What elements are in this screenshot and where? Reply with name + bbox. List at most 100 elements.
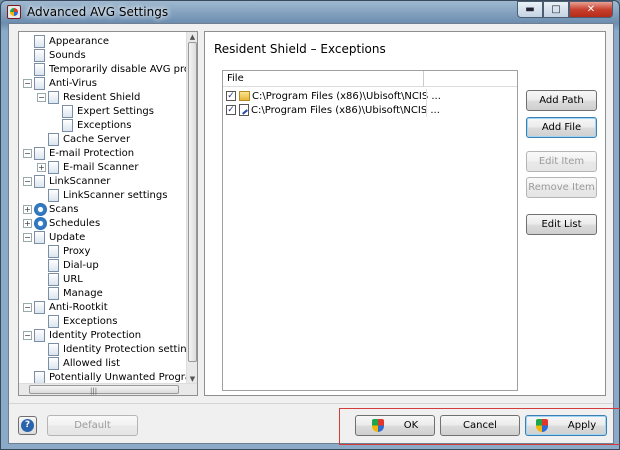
tree-item[interactable]: Exceptions [37,314,117,328]
tree-item[interactable]: − Update [23,230,85,244]
remove-item-button[interactable]: Remove Item [526,177,597,198]
collapse-icon[interactable]: − [23,330,32,340]
tree-horizontal-scroll-thumb[interactable]: ||| [29,385,179,395]
ok-button[interactable]: OK [355,415,435,436]
tree-item-label: E-mail Protection [49,147,135,159]
tree-item-label: Anti-Rootkit [49,301,108,313]
row-checkbox[interactable]: ✓ [226,91,236,101]
tree-item[interactable]: + E-mail Scanner [37,160,138,174]
app-window: Advanced AVG Settings ▬ □ ✕ Appearance So… [0,0,620,450]
tree-item-label: Resident Shield [63,91,141,103]
doc-icon [48,90,59,104]
doc-icon [48,160,59,174]
window-title: Advanced AVG Settings [27,5,169,19]
tree-horizontal-scrollbar[interactable]: ||| [19,383,197,395]
doc-icon [34,76,45,90]
list-column-header[interactable]: File [223,71,517,87]
collapse-icon[interactable]: − [23,176,32,186]
row-checkbox[interactable]: ✓ [226,105,236,115]
expand-icon[interactable]: + [37,162,46,172]
apply-button-content: Apply [535,419,596,432]
tree-item[interactable]: − Anti-Rootkit [23,300,108,314]
row-path: C:\Program Files (x86)\Ubisoft\NCIS ... [251,104,440,116]
settings-tree[interactable]: Appearance Sounds Temporarily disable AVG … [18,31,198,396]
expand-icon[interactable]: + [23,204,32,214]
add-path-button[interactable]: Add Path [526,90,597,111]
tree-item-label: Potentially Unwanted Programs [49,371,187,383]
close-button[interactable]: ✕ [569,1,613,18]
tree-item[interactable]: Allowed list [37,356,120,370]
collapse-icon[interactable]: − [37,92,46,102]
edit-item-button[interactable]: Edit Item [526,151,597,172]
help-button[interactable]: ? [18,416,37,435]
tree-item[interactable]: + Scans [23,202,79,216]
tree-item-label: Allowed list [63,357,121,369]
collapse-icon[interactable]: − [23,78,32,88]
collapse-icon[interactable]: − [23,302,32,312]
tree-item[interactable]: LinkScanner settings [37,188,167,202]
doc-icon [48,314,59,328]
ok-button-label: OK [403,420,419,431]
tree-item[interactable]: − Resident Shield [37,90,140,104]
exceptions-panel: Resident Shield – Exceptions File ✓ C:\P… [204,31,606,396]
tree-item[interactable]: Proxy [37,244,90,258]
tree-item[interactable]: − Identity Protection [23,328,141,342]
doc-icon [34,174,45,188]
exceptions-list[interactable]: File ✓ C:\Program Files (x86)\Ubisoft\NC… [222,70,518,391]
doc-icon [62,118,73,132]
tree-item[interactable]: URL [37,272,83,286]
tree-item-label: Expert Settings [77,105,154,117]
maximize-button[interactable]: □ [543,1,569,18]
scroll-up-arrow-icon[interactable]: ▲ [187,32,197,42]
tree-item[interactable]: Cache Server [37,132,130,146]
tree-item[interactable]: Potentially Unwanted Programs [23,370,187,384]
doc-icon [34,300,45,314]
collapse-icon[interactable]: − [23,232,32,242]
tree-item[interactable]: + Schedules [23,216,100,230]
tree-item[interactable]: − LinkScanner [23,174,110,188]
apply-button[interactable]: Apply [525,415,607,436]
list-item[interactable]: ✓ C:\Program Files (x86)\Ubisoft\NCIS ..… [226,103,440,117]
collapse-icon[interactable]: − [23,148,32,158]
doc-icon [34,48,45,62]
window-controls: ▬ □ ✕ [517,1,613,19]
tree-vertical-scrollbar[interactable]: ▲ ▼ [186,32,197,384]
tree-item[interactable]: Sounds [23,48,86,62]
tree-item[interactable]: Exceptions [51,118,131,132]
add-file-button[interactable]: Add File [526,117,597,138]
doc-icon [48,188,59,202]
tree-item[interactable]: Appearance [23,34,109,48]
default-button[interactable]: Default [47,415,138,436]
edit-list-button[interactable]: Edit List [526,214,597,235]
tree-item[interactable]: Expert Settings [51,104,154,118]
expand-icon[interactable]: + [23,218,32,228]
tree-item-label: Update [49,231,86,243]
list-item[interactable]: ✓ C:\Program Files (x86)\Ubisoft\NCIS ..… [226,89,441,103]
tree-item[interactable]: Dial-up [37,258,99,272]
dialog-footer: ? Default OK Cancel Apply [9,403,620,445]
column-separator[interactable] [423,71,424,87]
tree-item[interactable]: Temporarily disable AVG protect [23,62,187,76]
minimize-button[interactable]: ▬ [517,1,543,18]
tree-vertical-scroll-thumb[interactable] [188,42,197,362]
tree-item-label: URL [63,273,83,285]
cancel-button[interactable]: Cancel [440,415,520,436]
tree-item[interactable]: Identity Protection settings [37,342,187,356]
tree-item[interactable]: − Anti-Virus [23,76,97,90]
tree-item[interactable]: − E-mail Protection [23,146,134,160]
tree-item-label: Proxy [63,245,91,257]
tree-item-label: Dial-up [63,259,99,271]
tree-item-label: Temporarily disable AVG protect [49,63,187,75]
doc-icon [48,244,59,258]
file-icon [239,104,249,116]
tree-item-label: Sounds [49,49,86,61]
tree-viewport: Appearance Sounds Temporarily disable AVG … [19,32,187,384]
title-bar[interactable]: Advanced AVG Settings ▬ □ ✕ [1,1,619,23]
tree-item[interactable]: Manage [37,286,103,300]
column-header-file[interactable]: File [227,73,244,84]
